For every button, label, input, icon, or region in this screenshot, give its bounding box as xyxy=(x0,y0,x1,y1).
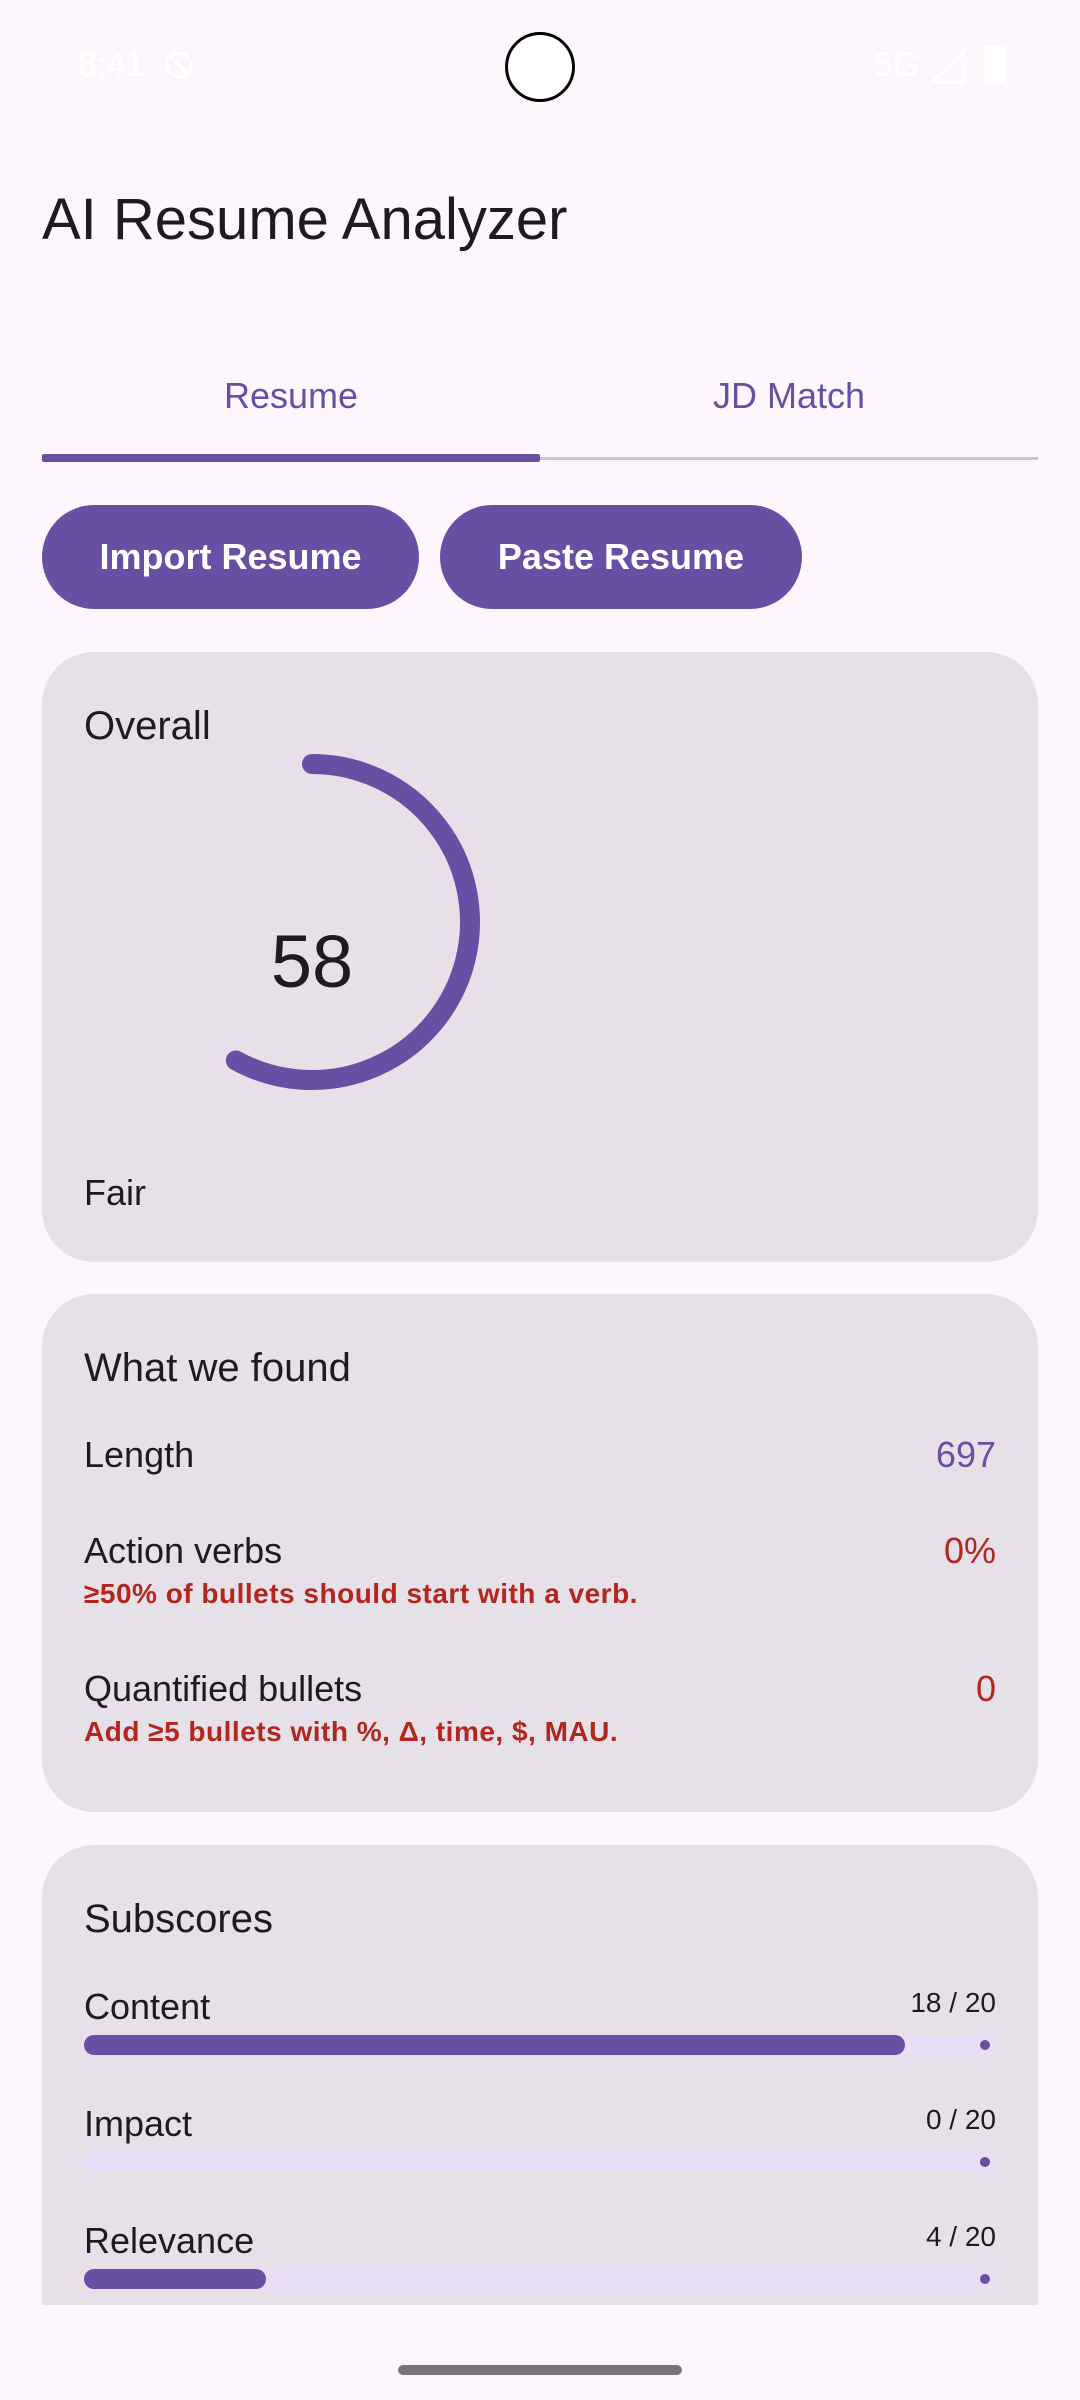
length-value: 697 xyxy=(935,1434,996,1475)
import-resume-button[interactable]: Import Resume xyxy=(42,505,419,609)
bottom-nav-area xyxy=(0,2305,1080,2400)
tab-bar: Resume JD Match xyxy=(42,330,1038,462)
camera-cutout xyxy=(505,32,575,102)
overall-score-value: 58 xyxy=(270,920,354,1003)
status-time: 8:41 xyxy=(78,46,145,84)
home-indicator[interactable] xyxy=(398,2365,682,2375)
subscore-bar-content xyxy=(84,2035,996,2055)
subscore-bar-relevance xyxy=(84,2269,996,2289)
subscores-title: Subscores xyxy=(84,1897,273,1941)
subscores-card: Subscores Content 18 / 20 Impact 0 / 20 … xyxy=(42,1845,1038,2305)
length-label: Length xyxy=(84,1434,195,1475)
tab-resume[interactable]: Resume xyxy=(42,330,540,462)
subscore-label-content: Content xyxy=(84,1986,211,2027)
paste-resume-button[interactable]: Paste Resume xyxy=(440,505,802,609)
overall-rating: Fair xyxy=(84,1172,146,1213)
findings-card: What we found Length 697 Action verbs 0%… xyxy=(42,1294,1038,1812)
subscore-label-relevance: Relevance xyxy=(84,2220,255,2261)
subscore-value-impact: 0 / 20 xyxy=(925,2104,996,2135)
tab-jd-match[interactable]: JD Match xyxy=(540,330,1038,462)
dnd-icon xyxy=(165,51,193,79)
bar-end-dot xyxy=(980,2040,990,2050)
subscore-bar-fill xyxy=(84,2035,905,2055)
overall-title: Overall xyxy=(84,704,211,748)
status-bar: 8:41 5G xyxy=(0,0,1080,136)
signal-icon xyxy=(930,50,966,84)
subscore-label-impact: Impact xyxy=(84,2103,193,2144)
quantified-bullets-value: 0 xyxy=(975,1668,996,1709)
subscore-value-content: 18 / 20 xyxy=(910,1987,996,2018)
action-verbs-value: 0% xyxy=(943,1530,996,1571)
bar-end-dot xyxy=(980,2157,990,2167)
quantified-bullets-label: Quantified bullets xyxy=(84,1668,363,1709)
subscore-value-relevance: 4 / 20 xyxy=(925,2221,996,2252)
network-label: 5G xyxy=(874,46,920,84)
findings-title: What we found xyxy=(84,1346,351,1390)
bar-end-dot xyxy=(980,2274,990,2284)
tab-indicator xyxy=(42,454,540,462)
quantified-bullets-hint: Add ≥5 bullets with %, Δ, time, $, MAU. xyxy=(84,1716,619,1747)
subscore-bar-fill xyxy=(84,2269,267,2289)
subscore-bar-impact xyxy=(84,2152,996,2172)
action-verbs-label: Action verbs xyxy=(84,1530,283,1571)
battery-icon xyxy=(984,46,1006,84)
action-verbs-hint: ≥50% of bullets should start with a verb… xyxy=(84,1578,638,1609)
overall-card: Overall 58 Fair xyxy=(42,652,1038,1262)
page-title: AI Resume Analyzer xyxy=(42,187,568,252)
